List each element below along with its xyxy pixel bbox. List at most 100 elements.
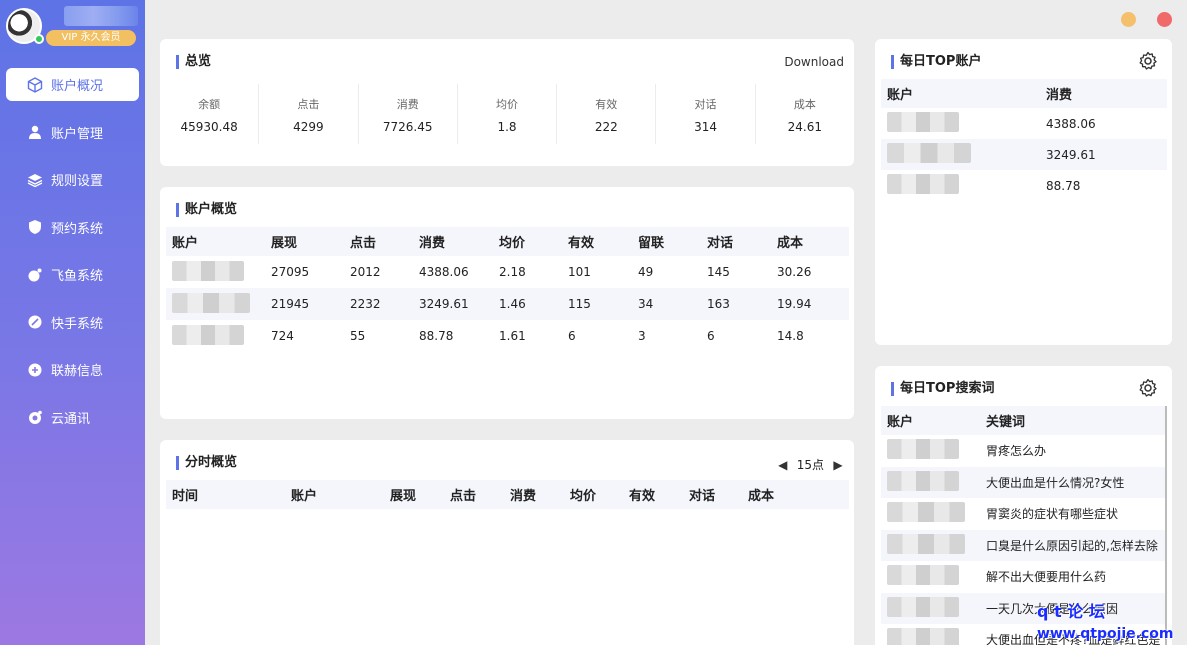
table-cell: 2012: [350, 265, 381, 279]
sidebar-item-label: 规则设置: [51, 174, 104, 189]
account-cell-redacted: [166, 320, 265, 352]
sidebar-item-lianhe-info[interactable]: 联赫信息: [6, 353, 139, 386]
prev-hour-button[interactable]: ◀: [775, 458, 791, 472]
layers-icon: [26, 171, 44, 189]
table-row[interactable]: 27095 2012 4388.06 2.18 101 49 145 30.26: [166, 256, 849, 288]
table-cell: 2.18: [499, 265, 526, 279]
stat-clicks: 点击 4299: [259, 84, 359, 144]
sidebar-item-rule-settings[interactable]: 规则设置: [6, 163, 139, 196]
account-cell-redacted: [881, 498, 980, 530]
stat-cost: 成本 24.61: [756, 84, 854, 144]
vip-badge: VIP 永久会员: [46, 30, 136, 46]
column-header: 时间: [166, 480, 285, 509]
column-header: 点击: [344, 227, 413, 256]
column-header: 有效: [562, 227, 632, 256]
table-cell: 2232: [344, 288, 413, 320]
column-header: 账户: [285, 480, 384, 509]
top-keywords-title: 每日TOP搜索词: [891, 382, 994, 396]
table-cell: 19.94: [771, 288, 849, 320]
stat-label: 点击: [297, 98, 320, 111]
keyword-cell: 胃窦炎的症状有哪些症状: [986, 507, 1119, 522]
stat-value: 7726.45: [382, 120, 433, 134]
stat-label: 对话: [694, 98, 717, 111]
table-row[interactable]: 胃疼怎么办: [881, 435, 1167, 467]
gear-icon[interactable]: [1138, 51, 1158, 71]
table-cell: 88.78: [1046, 178, 1081, 193]
sidebar-item-booking-system[interactable]: 预约系统: [6, 211, 139, 244]
stat-value: 45930.48: [180, 120, 238, 134]
sidebar-item-label: 账户概况: [51, 79, 104, 94]
keyword-cell: 解不出大便要用什么药: [986, 570, 1107, 585]
table-cell: 14.8: [777, 329, 804, 343]
close-button[interactable]: [1157, 12, 1172, 27]
table-header-row: 账户 展现 点击 消费 均价 有效 留联 对话 成本: [166, 227, 849, 256]
sidebar-item-feiyu-system[interactable]: 飞鱼系统: [6, 258, 139, 291]
link-icon: [26, 361, 44, 379]
table-cell: 4388.06: [419, 265, 469, 279]
account-cell-redacted: [881, 561, 980, 593]
column-header: 关键词: [980, 406, 1167, 435]
account-cell-redacted: [881, 624, 980, 645]
table-row[interactable]: 21945 2232 3249.61 1.46 115 34 163 19.94: [166, 288, 849, 320]
keyword-cell: 口臭是什么原因引起的,怎样去除: [980, 529, 1167, 561]
stat-label: 有效: [595, 98, 618, 111]
sidebar-item-account-management[interactable]: 账户管理: [6, 116, 139, 149]
column-header: 留联: [632, 227, 701, 256]
column-header: 点击: [444, 480, 504, 509]
stat-label: 均价: [495, 98, 518, 111]
summary-stats: 余额 45930.48 点击 4299 消费 7726.45 均价 1.8 有效 222 …: [160, 84, 854, 144]
stat-valid: 有效 222: [557, 84, 657, 144]
column-header: 成本: [742, 480, 849, 509]
table-cell: 34: [632, 288, 701, 320]
table-row[interactable]: 4388.06: [881, 108, 1167, 139]
avatar[interactable]: [6, 8, 44, 44]
table-header-row: 时间 账户 展现 点击 消费 均价 有效 对话 成本: [166, 480, 849, 509]
table-row[interactable]: 3249.61: [881, 139, 1167, 170]
table-cell: 4388.06: [1046, 116, 1096, 131]
account-overview-card: 账户概览 账户 展现 点击 消费 均价 有效 留联 对话 成本 27095 20…: [160, 187, 854, 419]
gear-icon[interactable]: [1138, 378, 1158, 398]
sidebar-item-kuaishou-system[interactable]: 快手系统: [6, 306, 139, 339]
table-cell: 88.78: [419, 329, 454, 343]
minimize-button[interactable]: [1121, 12, 1136, 27]
column-header: 展现: [384, 480, 444, 509]
time-overview-table: 时间 账户 展现 点击 消费 均价 有效 对话 成本: [166, 480, 849, 509]
column-header: 账户: [881, 79, 1040, 108]
table-cell: 21945: [265, 288, 344, 320]
table-cell: 6: [707, 329, 715, 343]
sidebar-item-account-overview[interactable]: 账户概况: [6, 68, 139, 101]
table-row[interactable]: 724 55 88.78 1.61 6 3 6 14.8: [166, 320, 849, 352]
stat-value: 4299: [293, 120, 324, 134]
table-cell: 3: [638, 329, 646, 343]
table-cell: 1.61: [499, 329, 526, 343]
table-row[interactable]: 88.78: [881, 170, 1167, 201]
rocket-icon: [26, 313, 44, 331]
sidebar-item-label: 预约系统: [51, 221, 104, 237]
table-cell: 3249.61: [413, 288, 493, 320]
column-header: 消费: [413, 227, 493, 256]
stat-label: 余额: [198, 98, 221, 111]
table-cell: 115: [562, 288, 632, 320]
cloud-icon: [26, 408, 44, 426]
column-header: 账户: [881, 406, 980, 435]
stat-conversations: 对话 314: [656, 84, 756, 144]
table-cell: 163: [701, 288, 771, 320]
stat-label: 成本: [793, 98, 816, 111]
sidebar-nav: 账户概况 账户管理 规则设置 预约系统 飞鱼系统 快手系统 联赫信息 云通讯: [0, 68, 145, 448]
summary-title: 总览: [176, 55, 211, 69]
keyword-cell: 大便出血是什么情况?女性: [980, 466, 1167, 498]
table-row[interactable]: 大便出血是什么情况?女性: [881, 466, 1167, 498]
download-button[interactable]: Download: [784, 55, 844, 69]
stat-value: 314: [694, 120, 717, 134]
table-row[interactable]: 胃窦炎的症状有哪些症状: [881, 498, 1167, 530]
summary-card: 总览 Download 余额 45930.48 点击 4299 消费 7726.45 …: [160, 39, 854, 166]
next-hour-button[interactable]: ▶: [830, 458, 846, 472]
table-row[interactable]: 口臭是什么原因引起的,怎样去除: [881, 529, 1167, 561]
account-cell-redacted: [881, 170, 1040, 201]
column-header: 账户: [166, 227, 265, 256]
watermark-line1: q t 论 坛: [1037, 602, 1105, 621]
table-row[interactable]: 解不出大便要用什么药: [881, 561, 1167, 593]
table-cell: 6: [568, 329, 576, 343]
sidebar-item-cloud-comms[interactable]: 云通讯: [6, 401, 139, 434]
table-cell: 30.26: [777, 265, 812, 279]
